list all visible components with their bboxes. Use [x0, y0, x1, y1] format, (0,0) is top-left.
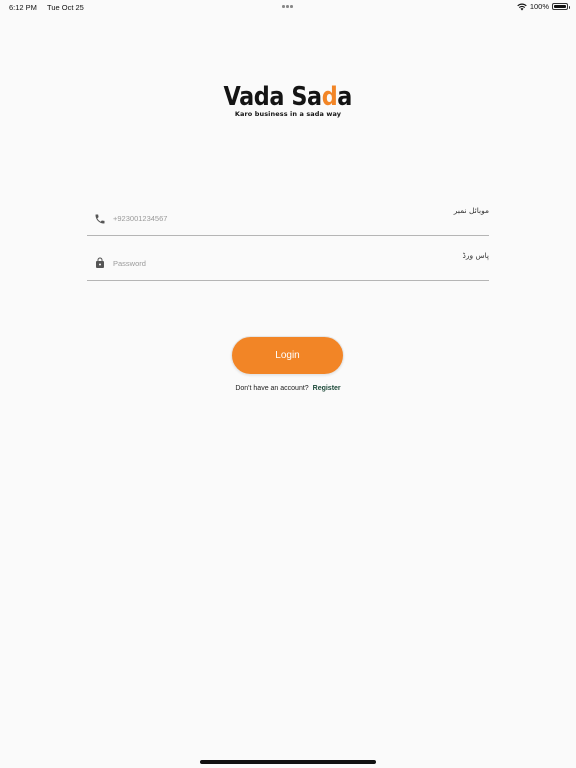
phone-field[interactable]: موبائل نمبر: [87, 202, 489, 236]
register-prompt: Don't have an account?: [235, 385, 309, 392]
status-time: 6:12 PM: [9, 3, 37, 12]
battery-percent: 100%: [529, 2, 549, 11]
register-row: Don't have an account? Register: [0, 385, 576, 392]
login-button[interactable]: Login: [231, 336, 344, 375]
home-indicator[interactable]: [200, 760, 376, 764]
lock-icon: [96, 257, 104, 268]
register-link[interactable]: Register: [313, 385, 341, 392]
logo-title-part2: a: [337, 82, 353, 112]
status-right: 100%: [517, 2, 570, 11]
status-left: 6:12 PM Tue Oct 25: [9, 3, 84, 12]
phone-input[interactable]: [113, 213, 479, 224]
status-date: Tue Oct 25: [47, 3, 84, 12]
password-input[interactable]: [113, 258, 479, 269]
password-field[interactable]: پاس ورڈ: [87, 247, 489, 281]
logo-title: Vada Sada: [223, 82, 353, 112]
multitasking-dots-icon[interactable]: [282, 5, 294, 8]
battery-fill: [554, 5, 566, 8]
logo-title-part1: Vada Sa: [223, 82, 323, 112]
phone-icon: [95, 214, 105, 224]
status-bar: 6:12 PM Tue Oct 25 100%: [0, 0, 576, 14]
login-screen: 6:12 PM Tue Oct 25 100% Vada Sada Karo b…: [0, 0, 576, 768]
battery-icon: [552, 3, 570, 10]
app-logo: Vada Sada Karo business in a sada way: [0, 82, 576, 118]
password-label: پاس ورڈ: [462, 251, 490, 260]
logo-title-accent: d: [321, 82, 338, 112]
phone-label: موبائل نمبر: [453, 206, 489, 215]
wifi-icon: [517, 2, 527, 10]
